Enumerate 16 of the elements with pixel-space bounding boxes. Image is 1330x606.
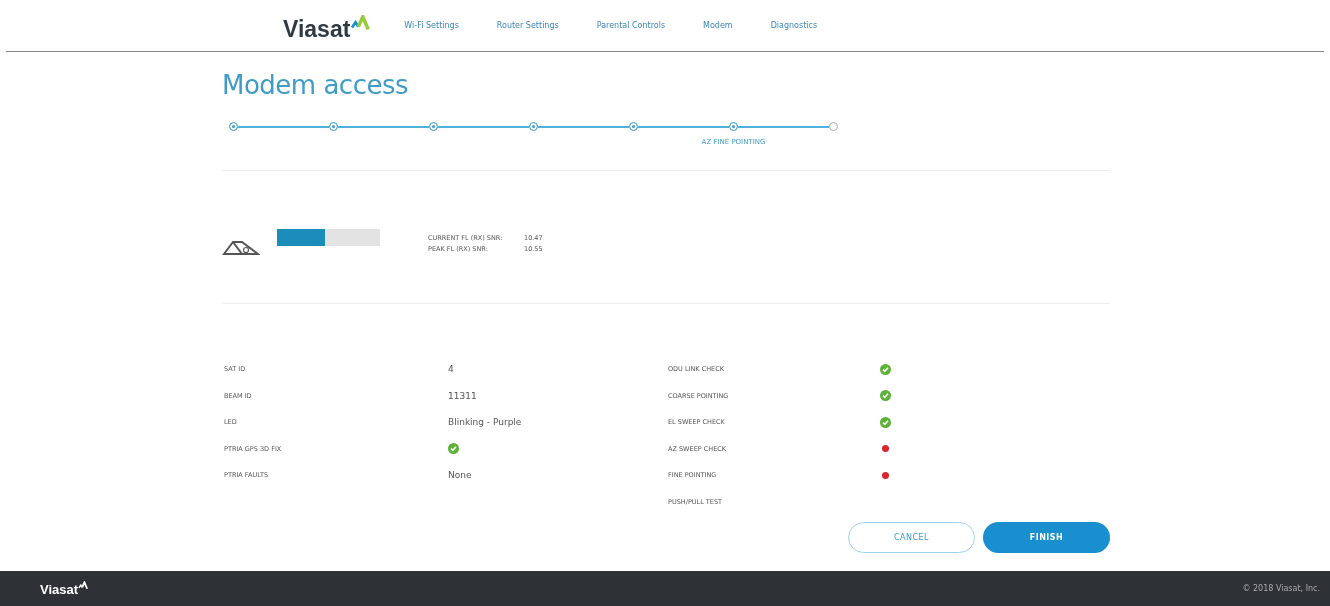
cancel-button[interactable]: CANCEL: [848, 522, 975, 553]
nav-link[interactable]: Wi-Fi Settings: [404, 21, 459, 30]
nav-link[interactable]: Router Settings: [496, 21, 559, 30]
detail-value: 11311: [448, 390, 477, 401]
detail-value: Blinking - Purple: [448, 417, 522, 428]
page-title: Modem access: [222, 70, 410, 100]
nav-link[interactable]: Modem: [703, 21, 733, 30]
nav-link[interactable]: Parental Controls: [596, 21, 666, 30]
copyright-text: © 2018 Viasat, Inc.: [1242, 584, 1320, 593]
detail-value: None: [448, 470, 472, 481]
nav-link[interactable]: Diagnostics: [770, 21, 818, 30]
dish-icon: [222, 239, 260, 255]
finish-button[interactable]: FINISH: [983, 522, 1110, 553]
detail-value: 4: [448, 364, 454, 375]
viasat-logo: Viasat: [283, 8, 373, 43]
viasat-logo: Viasat: [40, 580, 90, 597]
